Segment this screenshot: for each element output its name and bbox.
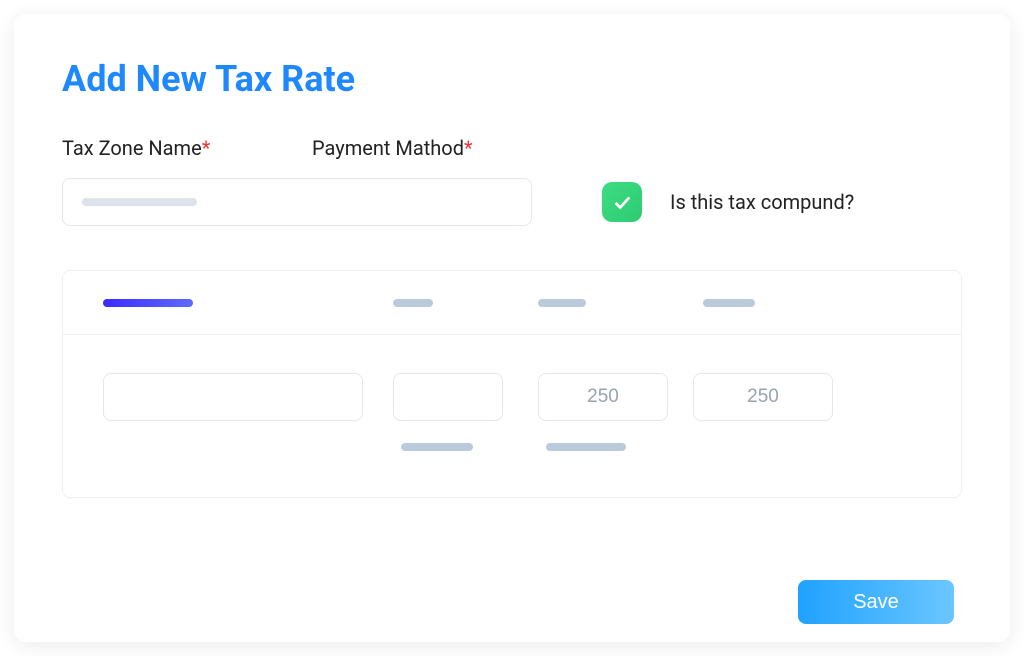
save-button[interactable]: Save — [798, 580, 954, 624]
helper-skeleton-2 — [401, 443, 473, 451]
page-title: Add New Tax Rate — [62, 58, 962, 100]
table-body-row — [63, 335, 961, 497]
main-controls-row: Is this tax compund? — [62, 178, 962, 226]
compound-checkbox[interactable] — [602, 182, 642, 222]
field-labels-row: Tax Zone Name* Payment Mathod* — [62, 136, 962, 160]
rate-input-2[interactable] — [393, 373, 503, 421]
rate-input-1[interactable] — [103, 373, 363, 421]
rate-input-3[interactable] — [538, 373, 668, 421]
payment-method-label-text: Payment Mathod — [312, 136, 464, 160]
placeholder-skeleton — [82, 198, 197, 206]
table-cell-3 — [538, 373, 693, 497]
payment-method-label: Payment Mathod* — [312, 136, 473, 160]
required-asterisk: * — [464, 136, 473, 160]
table-header-col-4 — [693, 299, 833, 307]
table-header-col-1 — [103, 299, 393, 307]
tax-zone-name-label-text: Tax Zone Name — [62, 136, 202, 160]
header-skeleton-2 — [393, 299, 433, 307]
header-skeleton-3 — [538, 299, 586, 307]
header-skeleton-1 — [103, 299, 193, 307]
table-header-col-2 — [393, 299, 538, 307]
add-tax-rate-card: Add New Tax Rate Tax Zone Name* Payment … — [14, 14, 1010, 642]
check-icon — [611, 191, 633, 213]
rates-table — [62, 270, 962, 498]
tax-zone-input-wrap — [62, 178, 532, 226]
tax-zone-name-label: Tax Zone Name* — [62, 136, 312, 160]
table-header-row — [63, 271, 961, 335]
required-asterisk: * — [202, 136, 211, 160]
table-header-col-3 — [538, 299, 693, 307]
table-cell-2 — [393, 373, 538, 497]
helper-skeleton-3 — [546, 443, 626, 451]
table-cell-1 — [103, 373, 393, 497]
header-skeleton-4 — [703, 299, 755, 307]
rate-input-4[interactable] — [693, 373, 833, 421]
table-cell-4 — [693, 373, 833, 497]
compound-checkbox-label: Is this tax compund? — [670, 190, 854, 214]
